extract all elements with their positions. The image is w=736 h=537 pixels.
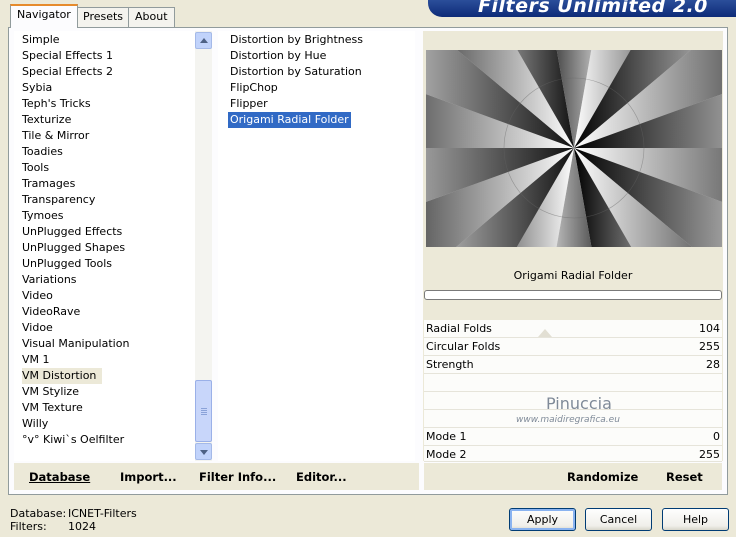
filter-item[interactable]: Distortion by Hue bbox=[228, 48, 328, 64]
watermark-name: Pinuccia bbox=[546, 394, 612, 413]
slider-pointer-icon bbox=[538, 329, 552, 337]
category-item[interactable]: VM Stylize bbox=[22, 384, 79, 400]
category-item[interactable]: Teph's Tricks bbox=[22, 96, 91, 112]
selected-filter-title: Origami Radial Folder bbox=[424, 266, 722, 286]
scroll-up-button[interactable] bbox=[195, 32, 212, 49]
filters-label: Filters: bbox=[10, 520, 47, 533]
category-item[interactable]: Special Effects 2 bbox=[22, 64, 113, 80]
tab-about[interactable]: About bbox=[128, 7, 175, 27]
database-value: ICNET-Filters bbox=[68, 507, 137, 520]
category-item[interactable]: °v° Kiwi`s Oelfilter bbox=[22, 432, 124, 448]
filter-preview-image bbox=[426, 50, 722, 247]
category-item[interactable]: Willy bbox=[22, 416, 48, 432]
category-item[interactable]: Toadies bbox=[22, 144, 63, 160]
cancel-button[interactable]: Cancel bbox=[585, 508, 652, 531]
filter-item[interactable]: Origami Radial Folder bbox=[228, 112, 351, 128]
category-item[interactable]: Video bbox=[22, 288, 53, 304]
category-item[interactable]: VM Distortion bbox=[22, 368, 103, 384]
chevron-down-icon bbox=[200, 450, 208, 455]
origami-preview-graphic bbox=[426, 50, 722, 247]
param-circular-folds[interactable]: Circular Folds 255 bbox=[424, 338, 722, 356]
scroll-down-button[interactable] bbox=[195, 443, 212, 460]
param-strength[interactable]: Strength 28 bbox=[424, 356, 722, 374]
filter-item[interactable]: Distortion by Brightness bbox=[228, 32, 365, 48]
category-item[interactable]: Simple bbox=[22, 32, 60, 48]
category-scrollbar[interactable] bbox=[195, 31, 212, 461]
apply-button[interactable]: Apply bbox=[509, 508, 576, 531]
filter-item[interactable]: Distortion by Saturation bbox=[228, 64, 364, 80]
reset-button[interactable]: Reset bbox=[666, 470, 703, 484]
category-item[interactable]: UnPlugged Shapes bbox=[22, 240, 125, 256]
category-item[interactable]: UnPlugged Effects bbox=[22, 224, 122, 240]
category-item[interactable]: Tramages bbox=[22, 176, 75, 192]
param-mode-1[interactable]: Mode 1 0 bbox=[424, 428, 722, 446]
category-item[interactable]: Variations bbox=[22, 272, 77, 288]
chevron-up-icon bbox=[200, 38, 208, 43]
scroll-thumb[interactable] bbox=[195, 380, 212, 442]
filter-info-button[interactable]: Filter Info... bbox=[199, 470, 276, 484]
param-radial-folds[interactable]: Radial Folds 104 bbox=[424, 320, 722, 338]
database-label: Database: bbox=[10, 507, 67, 520]
category-item[interactable]: Tymoes bbox=[22, 208, 63, 224]
watermark-url: www.maidiregrafica.eu bbox=[516, 415, 620, 425]
category-item[interactable]: Vidoe bbox=[22, 320, 53, 336]
category-item[interactable]: UnPlugged Tools bbox=[22, 256, 112, 272]
import-button[interactable]: Import... bbox=[120, 470, 177, 484]
editor-button[interactable]: Editor... bbox=[296, 470, 347, 484]
param-mode-2[interactable]: Mode 2 255 bbox=[424, 446, 722, 464]
app-title: Filters Unlimited 2.0 bbox=[478, 0, 708, 17]
filter-item[interactable]: Flipper bbox=[228, 96, 270, 112]
category-item[interactable]: Texturize bbox=[22, 112, 71, 128]
category-item[interactable]: Tools bbox=[22, 160, 49, 176]
help-button[interactable]: Help bbox=[662, 508, 729, 531]
randomize-button[interactable]: Randomize bbox=[567, 470, 638, 484]
category-item[interactable]: Transparency bbox=[22, 192, 95, 208]
tab-presets[interactable]: Presets bbox=[76, 7, 131, 27]
category-item[interactable]: VM 1 bbox=[22, 352, 50, 368]
progress-bar bbox=[424, 290, 722, 300]
tab-navigator[interactable]: Navigator bbox=[10, 4, 78, 28]
category-item[interactable]: Visual Manipulation bbox=[22, 336, 129, 352]
database-button[interactable]: Database bbox=[29, 470, 90, 484]
category-item[interactable]: VideoRave bbox=[22, 304, 80, 320]
category-item[interactable]: Tile & Mirror bbox=[22, 128, 89, 144]
filters-count: 1024 bbox=[68, 520, 96, 533]
filter-item[interactable]: FlipChop bbox=[228, 80, 280, 96]
category-item[interactable]: Sybia bbox=[22, 80, 52, 96]
category-item[interactable]: Special Effects 1 bbox=[22, 48, 113, 64]
category-item[interactable]: VM Texture bbox=[22, 400, 83, 416]
